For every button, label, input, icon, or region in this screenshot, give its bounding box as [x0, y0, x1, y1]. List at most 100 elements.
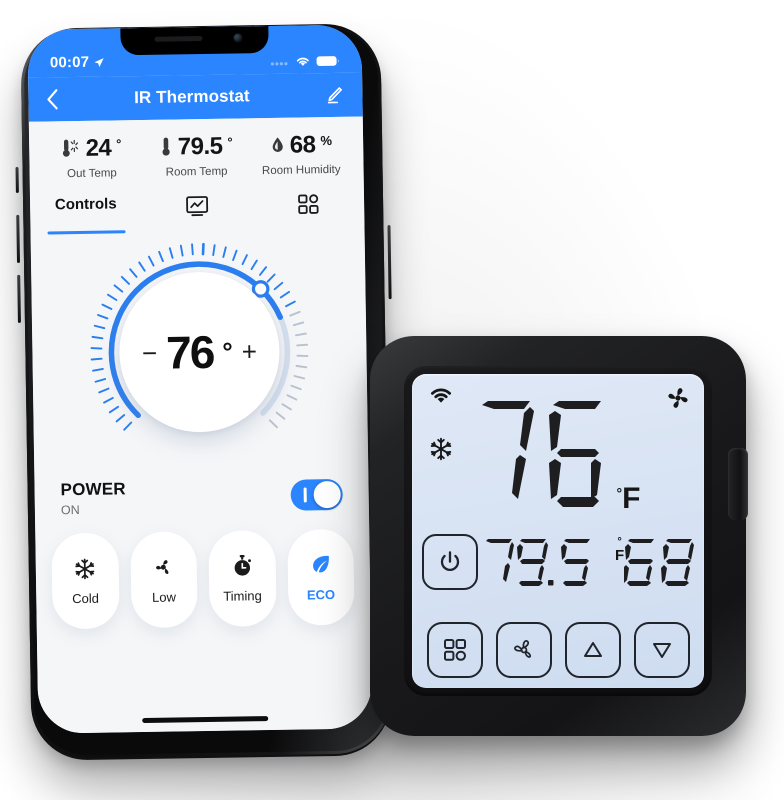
lcd-setpoint-unit-group: ° F: [617, 484, 641, 514]
scene: 00:07 IR Thermostat 24 ° Out Temp 79.5 °…: [0, 0, 784, 800]
stat-label: Out Temp: [67, 167, 117, 181]
temperature-dial[interactable]: − 76 ° +: [84, 236, 316, 468]
chevron-left-icon[interactable]: [46, 88, 59, 110]
dial-increase-button[interactable]: +: [241, 336, 257, 367]
card-label: Cold: [72, 590, 100, 606]
card-label: Low: [151, 589, 177, 605]
card-cold[interactable]: Cold: [51, 532, 120, 630]
card-eco[interactable]: ECO: [286, 528, 355, 626]
seven-segment-digit: [481, 401, 534, 499]
stat-value: 68: [289, 131, 316, 159]
stat-value-group: 68 %: [248, 131, 353, 159]
lcd-room-temp-group: ° F: [484, 536, 624, 588]
fan-icon: [156, 560, 169, 574]
lcd-room-temp-decimal: [561, 539, 590, 586]
home-indicator[interactable]: [142, 716, 269, 724]
temperature-dial-area: − 76 ° +: [31, 231, 369, 466]
signal-dots-icon: [270, 62, 288, 66]
down-button[interactable]: [633, 622, 690, 678]
tab-controls[interactable]: Controls: [30, 195, 142, 237]
front-camera: [233, 33, 243, 43]
nav-bar: IR Thermostat: [28, 72, 363, 122]
phone-screen: 00:07 IR Thermostat 24 ° Out Temp 79.5 °…: [27, 24, 373, 734]
device-side-button[interactable]: [728, 448, 748, 520]
lcd-button-row: [412, 622, 704, 678]
grid-four-squares-icon: [443, 639, 466, 661]
stat-value-group: 24 °: [39, 134, 144, 162]
up-button[interactable]: [564, 622, 621, 678]
lcd-room-temp-unit-group: ° F: [615, 537, 625, 564]
lcd-readings: ° F: [484, 536, 704, 588]
stats-row: 24 ° Out Temp 79.5 ° Room Temp 68 % Room…: [29, 117, 364, 191]
stat-unit: °: [227, 134, 233, 150]
page-title: IR Thermostat: [133, 86, 250, 108]
status-bar-indicators: [270, 55, 340, 68]
location-arrow-icon: [94, 57, 105, 67]
mode-button[interactable]: [426, 622, 483, 678]
stat-out-temp: 24 ° Out Temp: [39, 134, 144, 181]
lcd-room-temp-digits: [486, 539, 554, 586]
dial-degree-symbol: °: [222, 336, 233, 367]
stat-room-temp: 79.5 ° Room Temp: [144, 133, 249, 179]
tab-controls-label: Controls: [54, 195, 117, 214]
stat-unit: °: [116, 136, 122, 152]
stat-value: 24: [85, 134, 112, 162]
phone-mute-switch[interactable]: [15, 166, 19, 193]
power-title: POWER: [60, 479, 126, 500]
dial-decrease-button[interactable]: −: [142, 337, 158, 368]
phone-power-button[interactable]: [387, 225, 392, 300]
power-toggle[interactable]: [290, 478, 343, 511]
card-label: ECO: [306, 586, 336, 603]
earpiece-speaker: [154, 36, 203, 42]
humidity-drop-icon: [272, 137, 283, 152]
pencil-edit-icon[interactable]: [324, 85, 344, 105]
chart-monitor-icon: [186, 196, 209, 217]
dial-readout: − 76 ° +: [142, 324, 258, 380]
lcd-mid-row: ° F: [412, 526, 704, 598]
dial-temperature-value: 76: [165, 325, 214, 379]
app-content: 24 ° Out Temp 79.5 ° Room Temp 68 % Room…: [28, 116, 373, 734]
lcd-setpoint-row: ° F: [412, 382, 704, 528]
stat-label: Room Humidity: [261, 163, 341, 178]
tab-statistics[interactable]: [141, 193, 253, 235]
card-timing[interactable]: Timing: [208, 529, 277, 627]
phone-volume-up-button[interactable]: [16, 214, 21, 263]
snowflake-icon: [75, 558, 95, 579]
toggle-on-mark: [303, 487, 307, 503]
triangle-down-icon: [652, 643, 671, 658]
toggle-knob: [313, 480, 341, 509]
lcd-humidity-digits: [624, 539, 695, 586]
lcd-setpoint-unit: F: [622, 482, 641, 515]
lcd-setpoint-digits: [476, 397, 611, 513]
wifi-icon: [296, 57, 309, 66]
fan-icon: [513, 640, 531, 658]
seven-segment-digit: [548, 401, 601, 507]
tab-more[interactable]: [253, 191, 365, 233]
device-lcd: ° F ° F: [412, 374, 704, 688]
status-bar-time: 00:07: [49, 53, 90, 72]
thermostat-device: ° F ° F: [360, 326, 760, 766]
device-body: ° F ° F: [370, 336, 748, 736]
grid-four-squares-icon: [298, 194, 319, 214]
status-bar: 00:07: [27, 24, 363, 78]
lcd-power-button[interactable]: [422, 534, 478, 590]
lcd-room-temp-unit: F: [615, 546, 625, 564]
stat-unit: %: [320, 132, 333, 149]
device-screen-bezel: ° F ° F: [404, 366, 712, 696]
thermometer-icon: [162, 137, 170, 156]
stat-label: Room Temp: [165, 165, 228, 179]
stat-room-humidity: 68 % Room Humidity: [248, 131, 353, 178]
power-icon: [440, 551, 460, 571]
power-text-group: POWER ON: [60, 479, 126, 517]
lcd-humidity-group: %: [624, 536, 704, 588]
phone-mockup: 00:07 IR Thermostat 24 ° Out Temp 79.5 °…: [14, 11, 398, 765]
tab-bar: Controls: [30, 185, 365, 236]
status-bar-time-group: 00:07: [49, 53, 106, 72]
power-row: POWER ON: [34, 461, 369, 525]
phone-volume-down-button[interactable]: [17, 274, 21, 323]
stat-value-group: 79.5 °: [144, 133, 249, 160]
card-low[interactable]: Low: [129, 531, 198, 629]
tab-active-indicator: [47, 230, 126, 235]
stopwatch-icon: [234, 554, 251, 576]
fan-button[interactable]: [495, 622, 552, 678]
